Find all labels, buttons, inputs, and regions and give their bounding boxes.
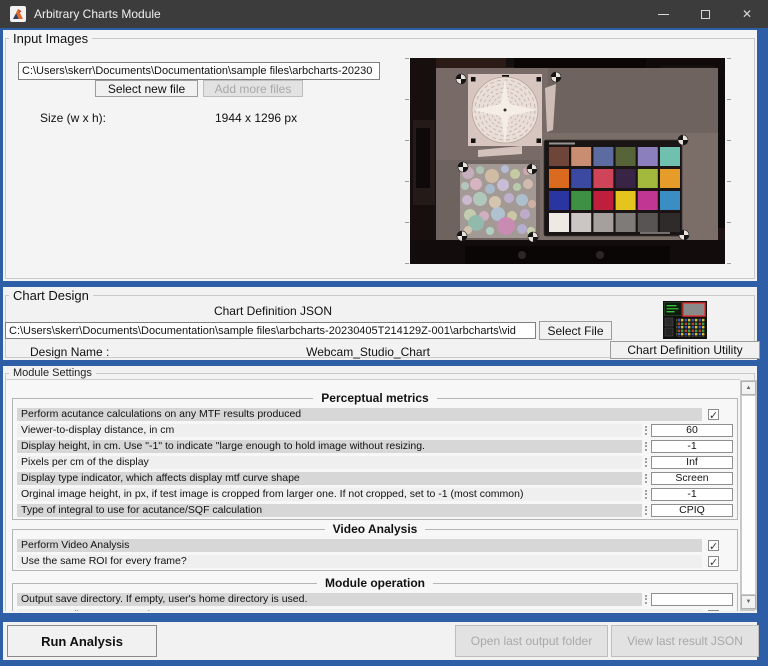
add-more-files-button: Add more files — [203, 80, 303, 97]
suppress-messages-checkbox[interactable] — [708, 610, 719, 612]
input-image-path-field[interactable] — [18, 62, 380, 80]
perceptual-metrics-group: Perceptual metrics Perform acutance calc… — [12, 391, 738, 520]
setting-label: Perform Video Analysis — [17, 539, 702, 552]
scroll-down-button[interactable]: ▼ — [741, 595, 756, 609]
settings-row: Output save directory. If empty, user's … — [17, 592, 733, 606]
scrollbar-thumb[interactable] — [741, 395, 756, 595]
select-file-button[interactable]: Select File — [539, 321, 612, 340]
settings-row: Type of integral to use for acutance/SQF… — [17, 503, 733, 517]
grip-icon — [645, 490, 649, 499]
settings-row: Use the same ROI for every frame? — [17, 554, 733, 568]
original-height-input[interactable]: -1 — [651, 488, 733, 501]
open-last-output-folder-button: Open last output folder — [455, 625, 608, 657]
chart-design-panel: Chart Design Chart Definition JSON Selec… — [3, 287, 757, 360]
close-button[interactable]: ✕ — [726, 0, 768, 28]
module-operation-title: Module operation — [317, 576, 433, 590]
settings-scrollbar[interactable]: ▲ ▼ — [740, 380, 757, 610]
footer-bar: Run Analysis Open last output folder Vie… — [3, 622, 757, 660]
settings-row: Perform Video Analysis — [17, 538, 733, 552]
axis-ticks-left — [405, 58, 409, 265]
size-value: 1944 x 1296 px — [215, 111, 297, 125]
design-name-value: Webcam_Studio_Chart — [203, 345, 533, 359]
grip-icon — [645, 595, 649, 604]
chart-definition-path-field[interactable] — [5, 322, 536, 339]
display-type-input[interactable]: Screen — [651, 472, 733, 485]
maximize-button[interactable] — [684, 0, 726, 28]
integral-type-input[interactable]: CPIQ — [651, 504, 733, 517]
viewer-distance-input[interactable]: 60 — [651, 424, 733, 437]
minimize-button[interactable] — [642, 0, 684, 28]
chart-thumbnail-image — [663, 301, 707, 339]
grip-icon — [645, 506, 649, 515]
grip-icon — [645, 442, 649, 451]
settings-row: Display height, in cm. Use "-1" to indic… — [17, 439, 733, 453]
settings-row: Viewer-to-display distance, in cm 60 — [17, 423, 733, 437]
setting-label: Display type indicator, which affects di… — [17, 472, 642, 485]
setting-label: Type of integral to use for acutance/SQF… — [17, 504, 642, 517]
setting-label: Perform acutance calculations on any MTF… — [17, 408, 702, 421]
chart-definition-utility-button[interactable]: Chart Definition Utility — [610, 341, 760, 359]
input-images-panel: Input Images Select new file Add more fi… — [3, 30, 757, 281]
run-analysis-button[interactable]: Run Analysis — [7, 625, 157, 657]
chart-design-title: Chart Design — [9, 288, 93, 303]
video-analysis-checkbox[interactable] — [708, 540, 719, 551]
settings-scroll-area: Perceptual metrics Perform acutance calc… — [6, 379, 740, 611]
window-title: Arbitrary Charts Module — [34, 7, 161, 21]
module-settings-panel: Module Settings Perceptual metrics Perfo… — [3, 366, 757, 613]
app-window: Arbitrary Charts Module ✕ Input Images S… — [0, 0, 768, 666]
app-icon — [10, 6, 26, 22]
same-roi-checkbox[interactable] — [708, 556, 719, 567]
setting-label: Use the same ROI for every frame? — [17, 555, 702, 568]
grip-icon — [645, 474, 649, 483]
input-images-title: Input Images — [9, 31, 92, 46]
scroll-up-button[interactable]: ▲ — [741, 381, 756, 395]
settings-row: Orginal image height, in px, if test ima… — [17, 487, 733, 501]
display-height-input[interactable]: -1 — [651, 440, 733, 453]
size-label: Size (w x h): — [40, 111, 106, 125]
module-settings-title: Module Settings — [9, 367, 96, 379]
setting-label: Orginal image height, in px, if test ima… — [17, 488, 642, 501]
setting-label: Display height, in cm. Use "-1" to indic… — [17, 440, 642, 453]
module-operation-group: Module operation Output save directory. … — [12, 576, 738, 611]
output-directory-input[interactable] — [651, 593, 733, 606]
setting-label: Pixels per cm of the display — [17, 456, 642, 469]
settings-row: Perform acutance calculations on any MTF… — [17, 407, 733, 421]
minimize-icon — [658, 14, 669, 15]
setting-label: Output save directory. If empty, user's … — [17, 593, 642, 606]
perceptual-metrics-title: Perceptual metrics — [313, 391, 436, 405]
video-analysis-group: Video Analysis Perform Video Analysis Us… — [12, 522, 738, 571]
scroll-down-icon: ▼ — [746, 599, 752, 605]
view-last-result-json-button: View last result JSON — [611, 625, 759, 657]
select-new-file-button[interactable]: Select new file — [95, 80, 198, 97]
grip-icon — [645, 426, 649, 435]
settings-row: Pixels per cm of the display Inf — [17, 455, 733, 469]
axis-ticks-right — [727, 58, 731, 265]
settings-row: Suppress all messages and GUI pop-ups — [17, 608, 733, 611]
grip-icon — [645, 458, 649, 467]
video-analysis-title: Video Analysis — [325, 522, 426, 536]
chart-definition-json-label: Chart Definition JSON — [103, 304, 443, 318]
acutance-checkbox[interactable] — [708, 409, 719, 420]
scroll-up-icon: ▲ — [746, 385, 752, 391]
title-bar: Arbitrary Charts Module ✕ — [0, 0, 768, 28]
close-icon: ✕ — [742, 7, 752, 21]
setting-label: Viewer-to-display distance, in cm — [17, 424, 642, 437]
setting-label: Suppress all messages and GUI pop-ups — [17, 609, 702, 612]
pixels-per-cm-input[interactable]: Inf — [651, 456, 733, 469]
maximize-icon — [701, 10, 710, 19]
settings-row: Display type indicator, which affects di… — [17, 471, 733, 485]
design-name-label: Design Name : — [30, 345, 109, 359]
preview-image — [410, 58, 725, 264]
